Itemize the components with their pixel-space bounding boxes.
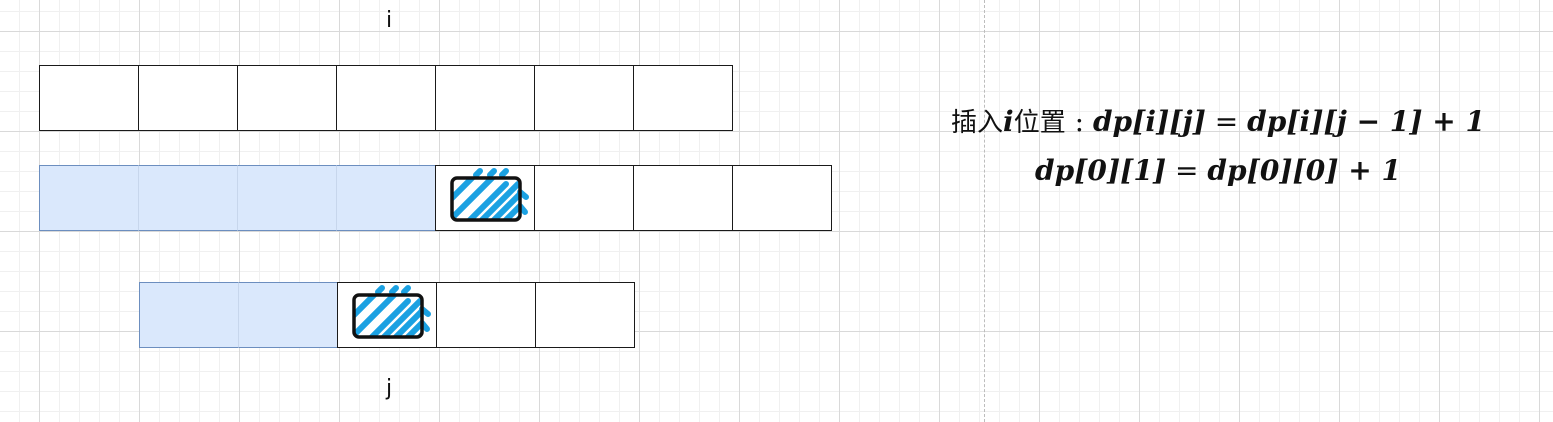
- formula-equals: =: [1214, 105, 1239, 138]
- array-cell: [534, 165, 634, 231]
- formula-colon: :: [1074, 105, 1085, 138]
- formula-prefix-text: 插入: [951, 108, 1004, 138]
- array-cell: [435, 65, 535, 131]
- formula-insert-i: 插入i位置 : dp[i][j] = dp[i][j − 1] + 1: [940, 104, 1496, 141]
- formula-rhs: dp[0][0] + 1: [1207, 154, 1401, 187]
- formula-example: dp[0][1] = dp[0][0] + 1: [940, 153, 1496, 189]
- array-cell: [138, 65, 238, 131]
- array-cell-filled: [238, 282, 338, 348]
- array-cell-filled: [237, 165, 337, 231]
- array-cell: [237, 65, 337, 131]
- array-cell-highlighted: [435, 165, 535, 231]
- hatch-marker: [352, 285, 431, 339]
- formula-lhs: dp[0][1]: [1035, 154, 1167, 187]
- array-cell: [633, 165, 733, 231]
- array-cell-filled: [39, 165, 139, 231]
- array-cell: [732, 165, 832, 231]
- bottom-array: [139, 282, 635, 348]
- formula-equals: =: [1175, 154, 1199, 187]
- array-cell: [336, 65, 436, 131]
- array-cell: [535, 282, 635, 348]
- array-cell-filled: [139, 282, 239, 348]
- top-array: [39, 65, 733, 131]
- formula-lhs: dp[i][j]: [1092, 105, 1206, 138]
- array-cell: [39, 65, 139, 131]
- formula-prefix-var: i: [1003, 105, 1014, 138]
- array-cell-filled: [336, 165, 436, 231]
- pointer-label-i: i: [385, 8, 393, 33]
- hatch-marker: [450, 168, 529, 222]
- formula-prefix-text: 位置: [1013, 108, 1066, 138]
- dashed-divider: [984, 0, 985, 422]
- middle-array: [39, 165, 832, 231]
- array-cell: [633, 65, 733, 131]
- pointer-label-j: j: [385, 376, 393, 401]
- formula-rhs: dp[i][j − 1] + 1: [1247, 105, 1485, 138]
- array-cell: [534, 65, 634, 131]
- array-cell-highlighted: [337, 282, 437, 348]
- array-cell-filled: [138, 165, 238, 231]
- array-cell: [436, 282, 536, 348]
